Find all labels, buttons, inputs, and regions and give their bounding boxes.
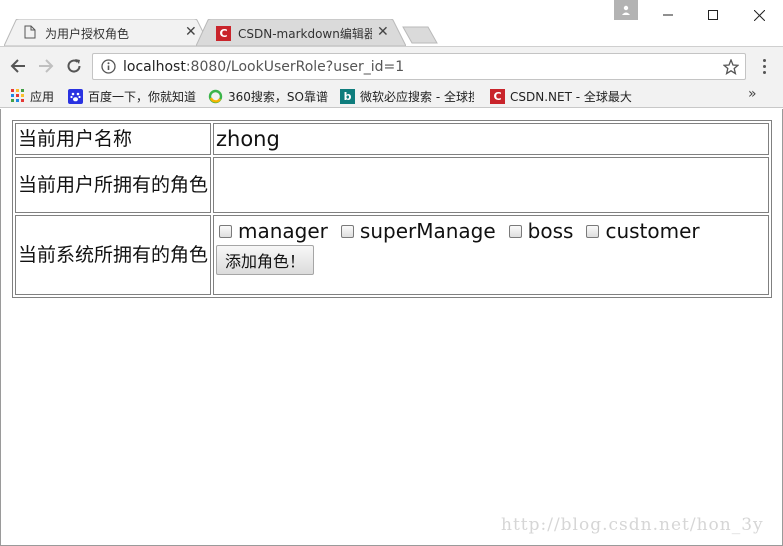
table-row: 当前用户名称 zhong bbox=[15, 123, 769, 155]
bookmark-baidu[interactable]: 百度一下，你就知道 bbox=[68, 87, 196, 105]
bookmark-360[interactable]: 360搜索，SO靠谱 bbox=[208, 87, 328, 105]
watermark: http://blog.csdn.net/hon_3y bbox=[501, 515, 764, 535]
user-name-label: 当前用户名称 bbox=[15, 123, 211, 155]
info-icon[interactable] bbox=[101, 59, 116, 74]
bing-icon: b bbox=[340, 88, 355, 104]
role-option-supermanage[interactable]: superManage bbox=[338, 219, 496, 243]
profile-avatar-icon[interactable] bbox=[614, 0, 638, 20]
bookmark-label: CSDN.NET - 全球最大 bbox=[510, 89, 632, 104]
back-button[interactable] bbox=[6, 54, 30, 78]
close-window-button[interactable] bbox=[736, 0, 782, 30]
url-host: localhost bbox=[123, 59, 186, 75]
tab-active[interactable]: 为用户授权角色 ✕ bbox=[4, 19, 210, 46]
reload-icon bbox=[67, 59, 81, 73]
browser-toolbar: localhost:8080/LookUserRole?user_id=1 bbox=[0, 46, 783, 84]
url-text[interactable]: localhost:8080/LookUserRole?user_id=1 bbox=[123, 59, 404, 75]
page-icon bbox=[24, 24, 36, 43]
table-row: 当前用户所拥有的角色 bbox=[15, 157, 769, 213]
maximize-button[interactable] bbox=[690, 0, 736, 30]
role-checkbox[interactable] bbox=[219, 224, 232, 238]
apps-grid-icon bbox=[11, 89, 24, 102]
user-roles-value bbox=[213, 157, 769, 213]
role-option-customer[interactable]: customer bbox=[583, 219, 700, 243]
role-checkbox[interactable] bbox=[586, 224, 600, 238]
system-roles-cell: manager superManage boss customer 添加角色！ bbox=[213, 215, 769, 295]
forward-button[interactable] bbox=[34, 54, 58, 78]
arrow-left-icon bbox=[10, 59, 25, 73]
tab-close-icon[interactable]: ✕ bbox=[377, 24, 389, 40]
page-viewport: 当前用户名称 zhong 当前用户所拥有的角色 当前系统所拥有的角色 manag… bbox=[0, 109, 783, 546]
address-bar[interactable]: localhost:8080/LookUserRole?user_id=1 bbox=[92, 53, 746, 80]
role-label: manager bbox=[238, 219, 328, 243]
csdn-icon: C bbox=[216, 25, 231, 41]
role-label: superManage bbox=[359, 219, 496, 243]
minimize-button[interactable] bbox=[645, 0, 691, 30]
minimize-icon bbox=[663, 14, 673, 16]
tab-close-icon[interactable]: ✕ bbox=[185, 24, 197, 40]
reload-button[interactable] bbox=[62, 54, 86, 78]
role-label: boss bbox=[527, 219, 574, 243]
bookmark-label: 360搜索，SO靠谱 bbox=[228, 89, 328, 104]
role-checkbox-group: manager superManage boss customer bbox=[216, 217, 766, 243]
table-row: 当前系统所拥有的角色 manager superManage boss cust… bbox=[15, 215, 769, 295]
maximize-icon bbox=[708, 10, 718, 20]
arrow-right-icon bbox=[39, 59, 54, 73]
tab-title: CSDN-markdown编辑器 bbox=[238, 26, 372, 41]
star-icon[interactable] bbox=[723, 59, 739, 75]
bookmark-label: 微软必应搜索 - 全球搜 bbox=[360, 89, 474, 104]
bookmarks-overflow-icon[interactable]: » bbox=[748, 86, 757, 102]
bookmark-bing[interactable]: b 微软必应搜索 - 全球搜 bbox=[340, 87, 474, 105]
title-bar: 为用户授权角色 ✕ C CSDN-markdown编辑器 ✕ bbox=[0, 0, 783, 46]
system-roles-label: 当前系统所拥有的角色 bbox=[15, 215, 211, 295]
tab-inactive[interactable]: C CSDN-markdown编辑器 ✕ bbox=[196, 19, 406, 46]
bookmark-label: 百度一下，你就知道 bbox=[88, 89, 197, 104]
baidu-paw-icon bbox=[68, 88, 83, 104]
user-role-table: 当前用户名称 zhong 当前用户所拥有的角色 当前系统所拥有的角色 manag… bbox=[12, 120, 772, 298]
url-path: :8080/LookUserRole?user_id=1 bbox=[185, 59, 405, 75]
bookmark-csdn[interactable]: C CSDN.NET - 全球最大 bbox=[490, 87, 632, 105]
role-label: customer bbox=[605, 219, 700, 243]
user-roles-label: 当前用户所拥有的角色 bbox=[15, 157, 211, 213]
bookmarks-bar: 应用 百度一下，你就知道 360搜索，SO靠谱 b 微软必应搜索 - 全球搜 C… bbox=[0, 84, 783, 108]
close-icon bbox=[753, 9, 765, 21]
tab-title: 为用户授权角色 bbox=[45, 26, 130, 41]
role-checkbox[interactable] bbox=[508, 224, 522, 238]
bookmark-apps[interactable]: 应用 bbox=[11, 87, 54, 105]
role-option-manager[interactable]: manager bbox=[216, 219, 328, 243]
role-option-boss[interactable]: boss bbox=[506, 219, 574, 243]
new-tab-button[interactable] bbox=[402, 26, 438, 44]
360-search-icon bbox=[208, 89, 223, 103]
more-menu-icon[interactable] bbox=[756, 54, 772, 78]
role-checkbox[interactable] bbox=[340, 224, 354, 238]
bookmark-label: 应用 bbox=[30, 89, 55, 104]
csdn-icon: C bbox=[490, 88, 505, 104]
user-name-value: zhong bbox=[213, 123, 769, 155]
add-role-button[interactable]: 添加角色！ bbox=[216, 245, 315, 275]
